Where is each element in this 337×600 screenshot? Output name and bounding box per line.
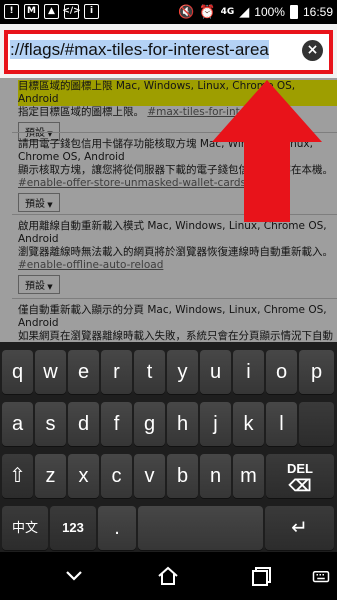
key-j[interactable]: j [200, 402, 231, 446]
arrow-up-icon [212, 80, 322, 222]
key-u[interactable]: u [200, 350, 231, 394]
keyboard-icon[interactable] [312, 568, 330, 586]
key-g[interactable]: g [134, 402, 165, 446]
key-period[interactable]: . [98, 506, 136, 550]
key-n[interactable]: n [200, 454, 231, 498]
key-m[interactable]: m [233, 454, 264, 498]
signal-icon: ◢ [239, 4, 250, 20]
back-chevron-icon[interactable] [62, 564, 86, 588]
status-indicators: 🔇 ⏰ 4G ◢ 100% 16:59 [178, 0, 333, 24]
key-x[interactable]: x [68, 454, 99, 498]
gmail-icon: M [24, 4, 39, 19]
warning-icon: ! [4, 4, 19, 19]
key-q[interactable]: q [2, 350, 33, 394]
key-i[interactable]: i [233, 350, 264, 394]
battery-icon [289, 5, 298, 19]
key-f[interactable]: f [101, 402, 132, 446]
key-h[interactable]: h [167, 402, 198, 446]
notification-icons: ! M ▲ </> i [4, 4, 99, 19]
soft-keyboard: q w e r t y u i o p a s d f g h j k l ⇧ … [0, 342, 337, 552]
clear-url-icon[interactable]: × [302, 40, 323, 61]
key-o[interactable]: o [266, 350, 297, 394]
key-r[interactable]: r [101, 350, 132, 394]
key-l[interactable]: l [266, 402, 297, 446]
clock: 16:59 [302, 5, 333, 19]
key-y[interactable]: y [167, 350, 198, 394]
key-spacer [299, 402, 334, 446]
recents-icon[interactable] [250, 564, 274, 588]
info-icon: i [84, 4, 99, 19]
image-icon: ▲ [44, 4, 59, 19]
enter-key[interactable]: ↵ [265, 506, 334, 550]
key-v[interactable]: v [134, 454, 165, 498]
key-c[interactable]: c [101, 454, 132, 498]
language-key[interactable]: 中文 [2, 506, 48, 550]
home-icon[interactable] [156, 564, 180, 588]
key-e[interactable]: e [68, 350, 99, 394]
key-p[interactable]: p [299, 350, 334, 394]
shift-key[interactable]: ⇧ [2, 454, 33, 498]
key-d[interactable]: d [68, 402, 99, 446]
url-text: ://flags/#max-tiles-for-interest-area [10, 40, 269, 59]
mute-icon: 🔇 [178, 4, 195, 20]
key-b[interactable]: b [167, 454, 198, 498]
url-input[interactable]: ://flags/#max-tiles-for-interest-area × [4, 30, 333, 74]
key-k[interactable]: k [233, 402, 264, 446]
delete-key[interactable]: DEL ⌫ [266, 454, 334, 498]
status-bar: ! M ▲ </> i 🔇 ⏰ 4G ◢ 100% 16:59 [0, 0, 337, 24]
alarm-icon: ⏰ [199, 4, 216, 20]
url-bar: ://flags/#max-tiles-for-interest-area × [0, 24, 337, 78]
backspace-icon: ⌫ [288, 478, 312, 495]
code-icon: </> [62, 4, 81, 19]
delete-key-label: DEL [287, 461, 313, 476]
network-label: 4G [220, 6, 235, 17]
key-t[interactable]: t [134, 350, 165, 394]
key-s[interactable]: s [35, 402, 66, 446]
key-z[interactable]: z [35, 454, 66, 498]
nav-bar [0, 552, 337, 600]
key-w[interactable]: w [35, 350, 66, 394]
space-key[interactable] [138, 506, 263, 550]
numbers-key[interactable]: 123 [50, 506, 96, 550]
key-a[interactable]: a [2, 402, 33, 446]
battery-percent: 100% [254, 5, 285, 19]
